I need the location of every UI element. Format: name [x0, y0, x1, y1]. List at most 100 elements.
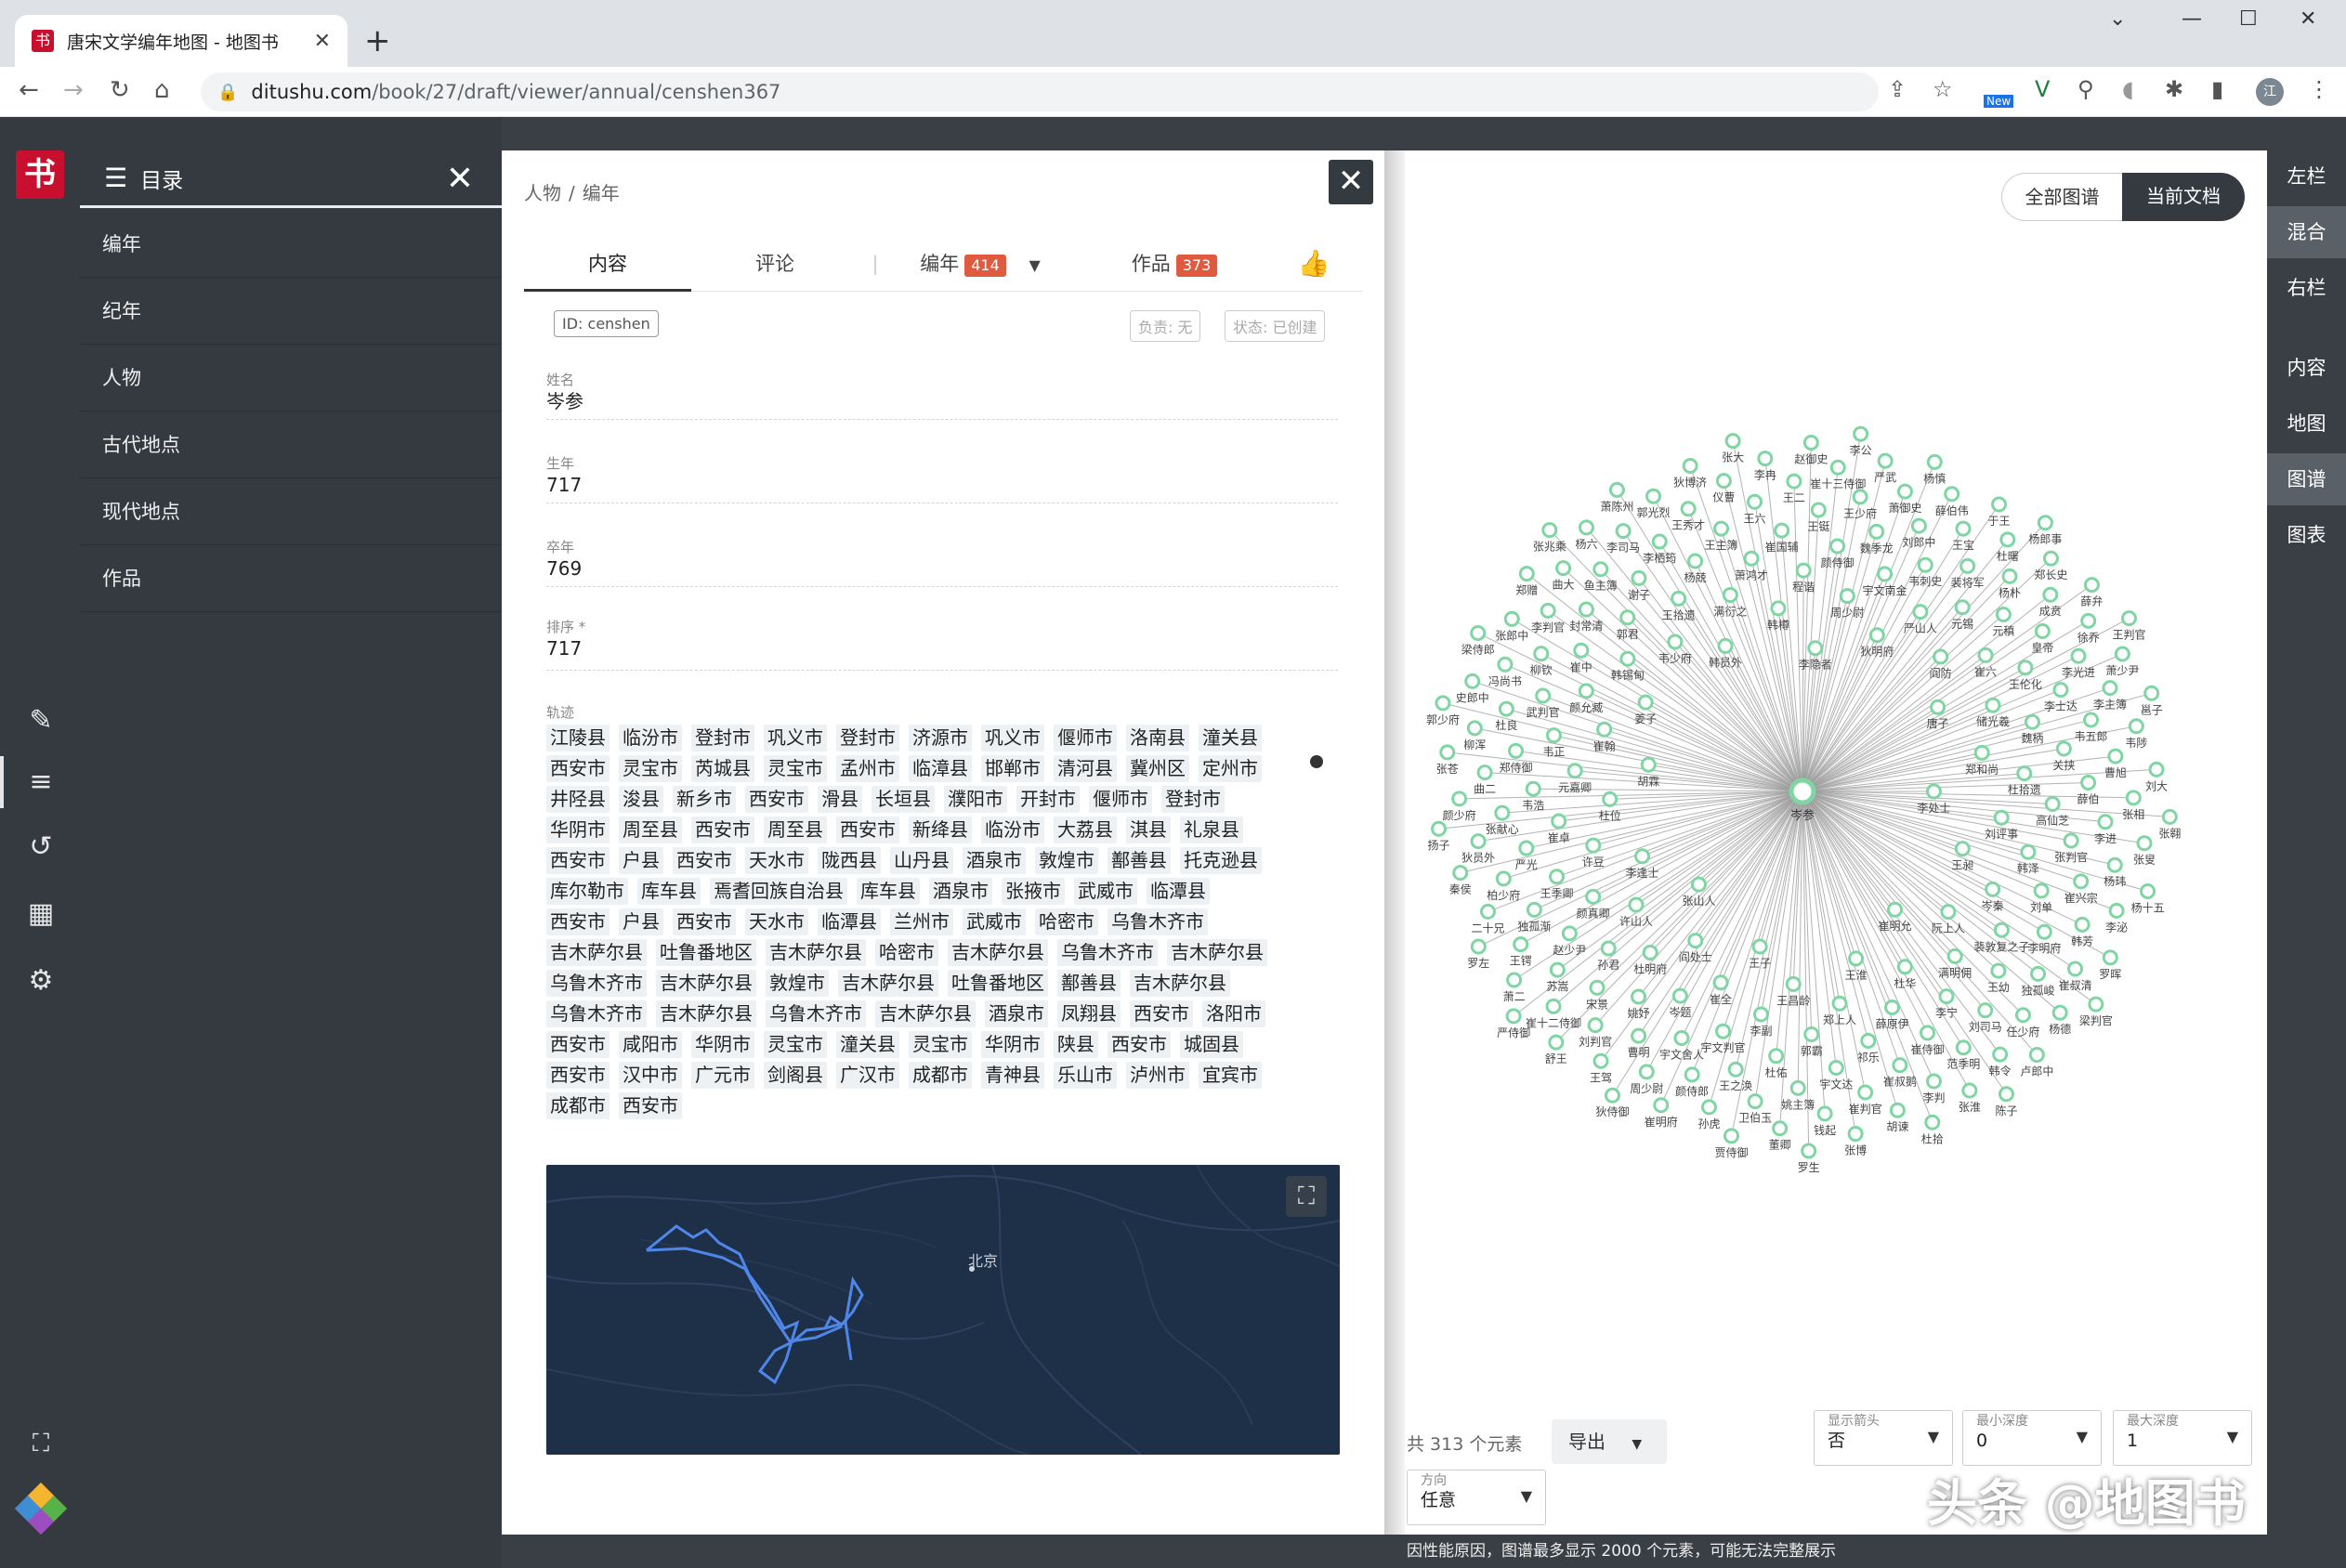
graph-node[interactable]	[1807, 640, 1824, 657]
fullscreen-icon[interactable]: ⛶	[22, 1425, 59, 1462]
graph-node[interactable]	[1452, 865, 1469, 882]
track-place[interactable]: 城固县	[1180, 1031, 1243, 1058]
graph-node[interactable]	[1977, 1002, 1994, 1019]
side-panel-icon[interactable]: ▮	[2211, 76, 2223, 102]
graph-node[interactable]	[1435, 695, 1451, 712]
direction-select[interactable]: 方向 任意 ▼	[1407, 1470, 1546, 1525]
graph-node[interactable]	[1810, 502, 1827, 518]
graph-node[interactable]	[2014, 1007, 2031, 1024]
toc-item-ancient-places[interactable]: 古代地点	[80, 412, 502, 478]
track-place[interactable]: 洛阳市	[1202, 1000, 1265, 1027]
graph-node[interactable]	[1747, 493, 1763, 510]
graph-node[interactable]	[1561, 925, 1578, 942]
track-place[interactable]: 长垣县	[872, 786, 935, 813]
site-logo[interactable]: 书	[16, 150, 64, 199]
track-place[interactable]: 巩义市	[764, 725, 827, 751]
track-place[interactable]: 华阴市	[691, 1031, 754, 1058]
maximize-icon[interactable]: ☐	[2239, 7, 2258, 31]
graph-node[interactable]	[1995, 607, 2012, 623]
graph-node[interactable]	[1687, 553, 1704, 569]
track-place[interactable]: 济源市	[909, 725, 972, 751]
track-place[interactable]: 鄯善县	[1057, 970, 1121, 997]
track-place[interactable]: 滑县	[818, 786, 862, 813]
track-place[interactable]: 天水市	[745, 908, 808, 935]
extension-new-badge[interactable]: New	[1984, 95, 2014, 108]
graph-node[interactable]	[2070, 647, 2087, 664]
track-place[interactable]: 巩义市	[981, 725, 1044, 751]
min-depth-select[interactable]: 最小深度 0 ▼	[1962, 1410, 2102, 1466]
track-place[interactable]: 西安市	[673, 847, 736, 874]
track-place[interactable]: 偃师市	[1089, 786, 1152, 813]
graph-node[interactable]	[1684, 1066, 1700, 1083]
graph-node[interactable]	[1944, 486, 1960, 503]
graph-node[interactable]	[2051, 1004, 2068, 1021]
graph-node[interactable]	[1494, 804, 1511, 821]
share-icon[interactable]: ⇪	[1888, 76, 1907, 102]
view-graph-button[interactable]: 图谱	[2267, 453, 2346, 505]
graph-node[interactable]	[2063, 832, 2079, 849]
graph-node[interactable]	[1578, 683, 1594, 699]
graph-node[interactable]	[2017, 660, 2034, 676]
graph-node[interactable]	[1786, 473, 1802, 490]
graph-node[interactable]	[1829, 538, 1846, 555]
graph-node[interactable]	[1930, 699, 1946, 715]
track-place[interactable]: 大荔县	[1054, 817, 1117, 843]
track-place[interactable]: 登封市	[691, 725, 754, 751]
track-place[interactable]: 西安市	[546, 847, 609, 874]
track-place[interactable]: 吐鲁番地区	[948, 970, 1048, 997]
graph-node[interactable]	[1747, 1093, 1763, 1110]
track-place[interactable]: 临汾市	[981, 817, 1044, 843]
graph-node[interactable]	[2030, 965, 2047, 982]
graph-node[interactable]	[1795, 562, 1812, 579]
layout-mixed-button[interactable]: 混合	[2267, 206, 2346, 258]
browser-tab[interactable]: 书 唐宋文学编年地图 - 地图书 ✕	[15, 15, 347, 67]
graph-node[interactable]	[1589, 979, 1606, 996]
track-place[interactable]: 登封市	[836, 725, 899, 751]
graph-node[interactable]	[1503, 610, 1520, 627]
track-place[interactable]: 清河县	[1054, 755, 1117, 782]
graph-node[interactable]	[1525, 780, 1541, 797]
track-place[interactable]: 成都市	[909, 1062, 972, 1089]
graph-node[interactable]	[1548, 1034, 1565, 1051]
graph-node[interactable]	[1587, 1017, 1604, 1034]
birth-year-field[interactable]: 生年 717	[546, 455, 1338, 503]
track-place[interactable]: 潼关县	[1199, 725, 1262, 751]
graph-node[interactable]	[1628, 896, 1645, 913]
track-place[interactable]: 咸阳市	[619, 1031, 682, 1058]
graph-node[interactable]	[1999, 531, 2016, 548]
track-place[interactable]: 冀州区	[1126, 755, 1189, 782]
track-place[interactable]: 吉木萨尔县	[546, 939, 647, 966]
graph-node[interactable]	[1998, 1086, 2014, 1103]
graph-node[interactable]	[1772, 1120, 1789, 1137]
toc-close-icon[interactable]: ✕	[446, 160, 474, 198]
annual-dropdown-caret-icon[interactable]: ▼	[1029, 256, 1040, 274]
graph-node[interactable]	[1896, 959, 1913, 975]
track-place[interactable]: 西安市	[1130, 1000, 1193, 1027]
track-place[interactable]: 汉中市	[619, 1062, 682, 1089]
track-place[interactable]: 吉木萨尔县	[1130, 970, 1230, 997]
graph-node[interactable]	[2020, 843, 2037, 860]
settings-gear-icon[interactable]: ⚙	[22, 962, 59, 1000]
graph-node[interactable]	[1955, 520, 1972, 537]
graph-node[interactable]	[1955, 1039, 1972, 1056]
graph-node[interactable]	[1831, 995, 1848, 1012]
graph-node[interactable]	[2033, 882, 2050, 899]
track-place[interactable]: 西安市	[546, 1062, 609, 1089]
max-depth-select[interactable]: 最大深度 1 ▼	[2113, 1410, 2252, 1466]
graph-node[interactable]	[1508, 742, 1525, 759]
track-place[interactable]: 陕县	[1054, 1031, 1098, 1058]
track-place[interactable]: 灵宝市	[619, 755, 682, 782]
track-place[interactable]: 吉木萨尔县	[875, 1000, 976, 1027]
graph-node[interactable]	[1470, 938, 1487, 955]
graph-node[interactable]	[1715, 1023, 1732, 1039]
graph-node[interactable]	[1476, 764, 1493, 781]
graph-node[interactable]	[1727, 1061, 1744, 1078]
graph-node[interactable]	[2114, 646, 2130, 662]
graph-node[interactable]	[1555, 560, 1572, 577]
graph-node[interactable]	[2036, 923, 2052, 940]
graph-node[interactable]	[1752, 1006, 1769, 1023]
track-place[interactable]: 吐鲁番地区	[656, 939, 756, 966]
graph-node[interactable]	[2097, 814, 2114, 830]
graph-node[interactable]	[1495, 870, 1512, 887]
track-place[interactable]: 周至县	[764, 817, 827, 843]
